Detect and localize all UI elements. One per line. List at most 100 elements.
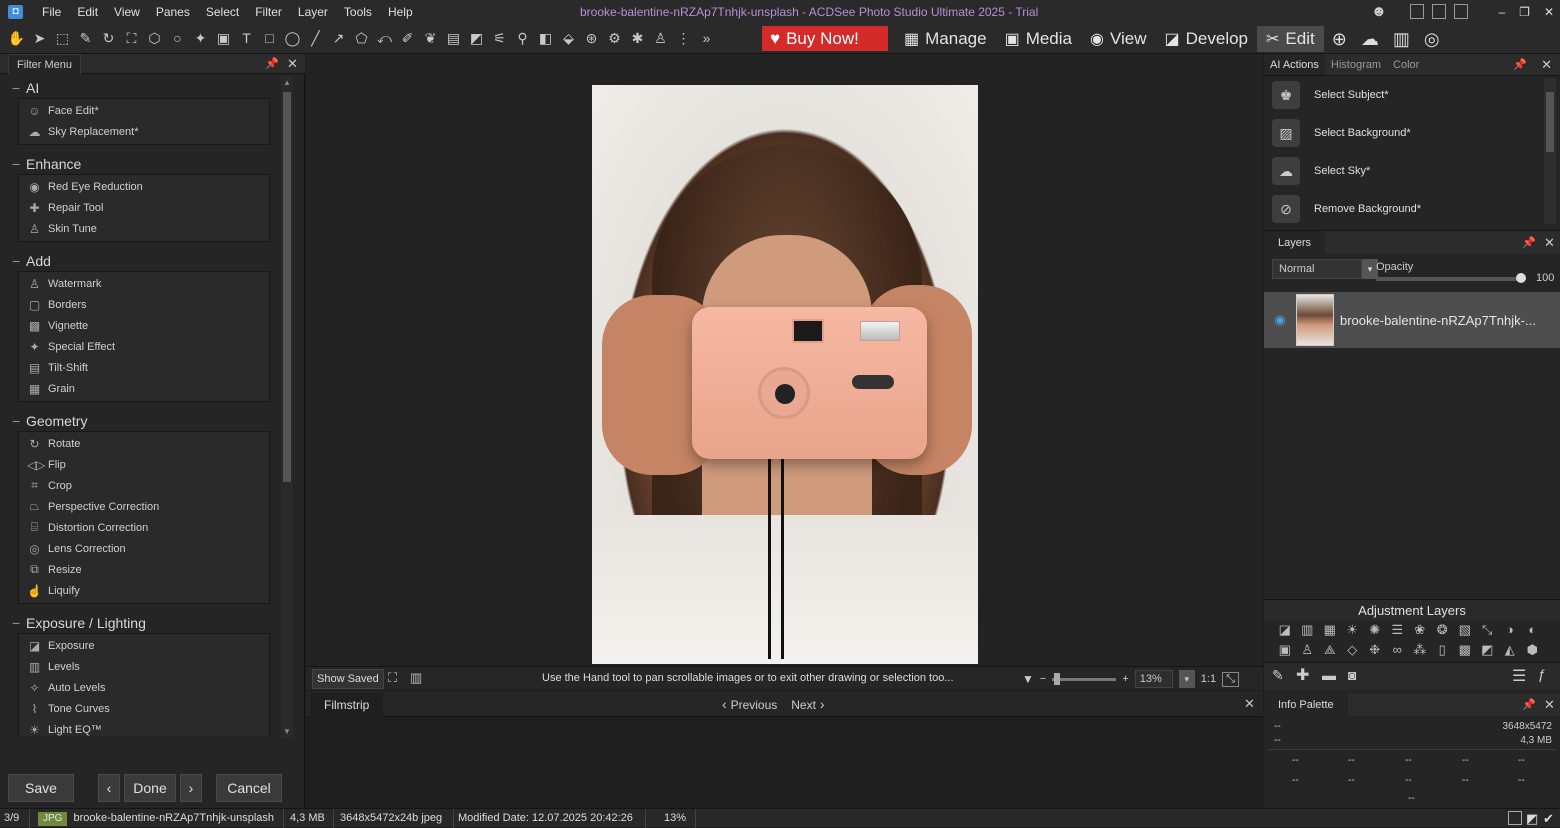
bw-adjust-icon[interactable]: ◐ bbox=[1524, 621, 1542, 639]
filter-flip[interactable]: ◁▷ Flip bbox=[19, 454, 269, 475]
filter-tilt-shift[interactable]: ▤ Tilt-Shift bbox=[19, 357, 269, 378]
lasso-tool-icon[interactable]: ↻ bbox=[98, 27, 119, 49]
zoom-in-icon[interactable]: + bbox=[1122, 673, 1128, 685]
people-icon[interactable]: ⊕ bbox=[1332, 29, 1347, 50]
mode-view[interactable]: ◉ View bbox=[1081, 26, 1156, 52]
menu-select[interactable]: Select bbox=[198, 0, 247, 24]
close-icon[interactable]: ✕ bbox=[1541, 54, 1552, 75]
menu-filter[interactable]: Filter bbox=[247, 0, 290, 24]
arrow-tool-icon[interactable]: ↗ bbox=[328, 27, 349, 49]
cancel-button[interactable]: Cancel bbox=[216, 774, 282, 802]
menu-help[interactable]: Help bbox=[380, 0, 421, 24]
sharpen-tool-icon[interactable]: ⚟ bbox=[489, 27, 510, 49]
freehand-lasso-icon[interactable]: ○ bbox=[167, 27, 188, 49]
mode-edit[interactable]: ✂ Edit bbox=[1257, 26, 1324, 52]
sharpen-adjust-icon[interactable]: ⟁ bbox=[1321, 641, 1339, 659]
brush-layer-icon[interactable]: ✎ bbox=[1272, 667, 1284, 684]
noise-adjust-icon[interactable]: ❉ bbox=[1366, 641, 1384, 659]
close-icon[interactable]: ✕ bbox=[1544, 235, 1555, 251]
gear-icon[interactable]: ✱ bbox=[627, 27, 648, 49]
pin-icon[interactable]: 📌 bbox=[265, 57, 279, 70]
pointer-tool-icon[interactable]: ➤ bbox=[29, 27, 50, 49]
tab-filmstrip[interactable]: Filmstrip bbox=[310, 693, 384, 717]
group-enhance[interactable]: − Enhance bbox=[8, 154, 283, 174]
ellipse-tool-icon[interactable]: ◯ bbox=[282, 27, 303, 49]
blur-adjust-icon[interactable]: ◇ bbox=[1344, 641, 1362, 659]
scroll-up-icon[interactable]: ▲ bbox=[283, 78, 291, 87]
dashboard-icon[interactable]: ▥ bbox=[1393, 29, 1410, 50]
blend-mode-select[interactable]: Normal ▾ bbox=[1272, 259, 1378, 279]
scroll-thumb[interactable] bbox=[283, 92, 291, 482]
color-balance-adjust-icon[interactable]: ❀ bbox=[1411, 621, 1429, 639]
zoom-out-icon[interactable]: − bbox=[1040, 673, 1046, 685]
fit-image-icon[interactable]: ⤡ bbox=[1222, 671, 1239, 687]
tab-layers[interactable]: Layers bbox=[1264, 231, 1326, 255]
previous-image-button[interactable]: ‹ bbox=[98, 774, 120, 802]
restore-icon[interactable]: ❐ bbox=[1519, 0, 1530, 24]
smart-erase-icon[interactable]: ▣ bbox=[213, 27, 234, 49]
expand-toolbar-icon[interactable]: » bbox=[696, 27, 717, 49]
filter-lens-correction[interactable]: ◎ Lens Correction bbox=[19, 538, 269, 559]
select-background-button[interactable]: ▨ Select Background* bbox=[1264, 114, 1544, 152]
zoom-menu-icon[interactable]: ▼ bbox=[1022, 672, 1034, 686]
account-icon[interactable]: ☻ bbox=[1371, 3, 1387, 20]
menu-tools[interactable]: Tools bbox=[336, 0, 380, 24]
filter-vignette[interactable]: ▩ Vignette bbox=[19, 315, 269, 336]
cube-adjust-icon[interactable]: ⬢ bbox=[1524, 641, 1542, 659]
menu-file[interactable]: File bbox=[34, 0, 69, 24]
levels-adjust-icon[interactable]: ▥ bbox=[1299, 621, 1317, 639]
auto-levels-adjust-icon[interactable]: ▦ bbox=[1321, 621, 1339, 639]
group-ai[interactable]: − AI bbox=[8, 78, 283, 98]
histogram-adjust-icon[interactable]: ◭ bbox=[1501, 641, 1519, 659]
layer-row[interactable]: ◉ brooke-balentine-nRZAp7Tnhjk-... bbox=[1264, 292, 1560, 348]
layer-menu-icon[interactable]: ☰ bbox=[1512, 666, 1526, 686]
ai-actions-scrollbar[interactable] bbox=[1544, 78, 1556, 224]
left-pane-toggle-icon[interactable] bbox=[1410, 4, 1424, 19]
hand-tool-icon[interactable]: ✋ bbox=[6, 27, 27, 49]
eraser-tool-icon[interactable]: ◩ bbox=[466, 27, 487, 49]
vignette-adjust-icon[interactable]: ▩ bbox=[1456, 641, 1474, 659]
light-eq-adjust-icon[interactable]: ☀ bbox=[1344, 621, 1362, 639]
curve-adjust-icon[interactable]: ⤡ bbox=[1479, 621, 1497, 639]
filter-face-edit[interactable]: ☺ Face Edit* bbox=[19, 100, 269, 121]
edit-brush-icon[interactable]: ✎ bbox=[75, 27, 96, 49]
duplicate-layer-icon[interactable]: ▬ bbox=[1322, 667, 1336, 683]
menu-edit[interactable]: Edit bbox=[69, 0, 106, 24]
online-icon[interactable]: ◎ bbox=[1424, 29, 1440, 50]
menu-layer[interactable]: Layer bbox=[290, 0, 336, 24]
text-tool-icon[interactable]: T bbox=[236, 27, 257, 49]
group-add[interactable]: − Add bbox=[8, 251, 283, 271]
filter-skin-tune[interactable]: ♙ Skin Tune bbox=[19, 218, 269, 239]
filter-light-eq[interactable]: ☀ Light EQ™ bbox=[19, 719, 269, 737]
filter-repair-tool[interactable]: ✚ Repair Tool bbox=[19, 197, 269, 218]
histogram-icon[interactable]: ▥ bbox=[410, 670, 422, 686]
magic-wand-icon[interactable]: ✦ bbox=[190, 27, 211, 49]
blend-mode-value[interactable]: Normal bbox=[1272, 259, 1362, 279]
more-tools-icon[interactable]: ⋮ bbox=[673, 27, 694, 49]
filter-resize[interactable]: ⧉ Resize bbox=[19, 559, 269, 580]
add-layer-icon[interactable]: ✚ bbox=[1296, 665, 1309, 685]
close-icon[interactable]: ✕ bbox=[1544, 697, 1555, 713]
close-icon[interactable]: ✕ bbox=[287, 56, 298, 72]
zoom-slider-knob[interactable] bbox=[1054, 672, 1061, 685]
zoom-slider[interactable] bbox=[1052, 672, 1117, 685]
zoom-input[interactable]: 13% bbox=[1134, 670, 1173, 688]
fullscreen-icon[interactable]: ⛶ bbox=[388, 670, 397, 686]
previous-button[interactable]: ‹ Previous bbox=[722, 691, 777, 718]
filter-distortion-correction[interactable]: ⌸ Distortion Correction bbox=[19, 517, 269, 538]
grain-adjust-icon[interactable]: ⁂ bbox=[1411, 641, 1429, 659]
remove-background-button[interactable]: ⊘ Remove Background* bbox=[1264, 190, 1544, 228]
select-subject-button[interactable]: ♚ Select Subject* bbox=[1264, 76, 1544, 114]
color-swatch-icon[interactable]: ◧ bbox=[535, 27, 556, 49]
filter-menu-scrollbar[interactable]: ▲ ▼ bbox=[281, 76, 293, 738]
view-toggle-icon[interactable] bbox=[1508, 811, 1522, 825]
zoom-dropdown-icon[interactable]: ▾ bbox=[1178, 670, 1195, 688]
compare-icon[interactable]: ◩ bbox=[1526, 809, 1538, 828]
opacity-value[interactable]: 100 bbox=[1536, 272, 1554, 284]
tab-info-palette[interactable]: Info Palette bbox=[1264, 694, 1348, 716]
filter-exposure[interactable]: ◪ Exposure bbox=[19, 635, 269, 656]
show-saved-button[interactable]: Show Saved bbox=[312, 669, 384, 689]
posterize-adjust-icon[interactable]: ◩ bbox=[1479, 641, 1497, 659]
filter-liquify[interactable]: ☝ Liquify bbox=[19, 580, 269, 601]
layer-visibility-icon[interactable]: ◉ bbox=[1264, 312, 1296, 328]
